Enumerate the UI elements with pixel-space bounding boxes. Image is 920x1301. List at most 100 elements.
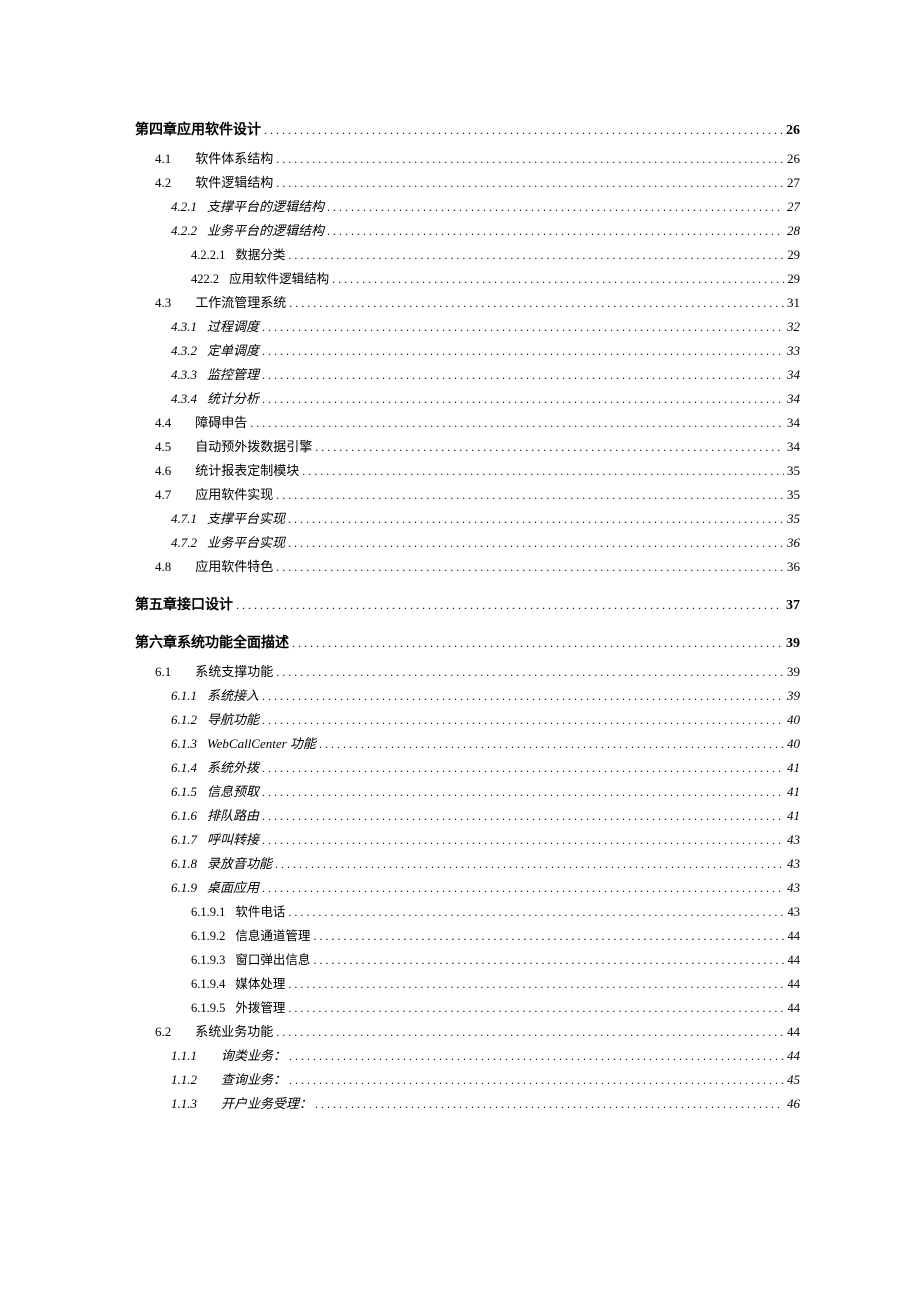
toc-entry-text: 查询业务：: [221, 1072, 286, 1087]
toc-entry-page: 44: [784, 1024, 800, 1040]
toc-entry-title: 6.1系统支撑功能: [155, 661, 276, 680]
toc-entry-number: 6.1.2: [171, 712, 197, 727]
toc-entry-text: 询类业务：: [221, 1048, 286, 1063]
toc-entry: 6.1.1系统接入39: [135, 685, 800, 705]
toc-leader-dots: [288, 512, 784, 528]
toc-entry-page: 35: [784, 463, 800, 479]
toc-leader-dots: [262, 785, 784, 801]
toc-leader-dots: [288, 977, 784, 993]
toc-leader-dots: [289, 1073, 784, 1089]
toc-entry-text: 软件电话: [235, 905, 285, 919]
toc-entry-number: 6.2: [155, 1024, 171, 1039]
toc-entry-title: 4.5自动预外拨数据引擎: [155, 436, 315, 455]
toc-entry-number: 6.1.1: [171, 688, 197, 703]
toc-entry: 6.1.7呼叫转接43: [135, 829, 800, 849]
toc-entry-number: 4.7.2: [171, 535, 197, 550]
toc-entry-page: 39: [783, 636, 800, 652]
toc-entry-number: 4.4: [155, 415, 171, 430]
toc-entry-title: 4.3.4统计分析: [171, 388, 262, 407]
toc-entry: 4.3.3监控管理34: [135, 364, 800, 384]
toc-entry: 4.2.2.1数据分类29: [135, 244, 800, 264]
toc-entry-number: 第四章: [135, 123, 177, 138]
toc-entry-text: 应用软件实现: [195, 487, 273, 502]
toc-entry-page: 45: [784, 1072, 800, 1088]
toc-entry-page: 29: [785, 272, 801, 287]
toc-entry-title: 4.3.1 过程调度: [171, 316, 262, 335]
toc-entry-page: 35: [784, 487, 800, 503]
toc-entry-page: 29: [785, 248, 801, 263]
toc-entry-number: 第五章: [135, 598, 177, 613]
toc-entry-title: 4.3.3 监控管理: [171, 364, 262, 383]
toc-entry-page: 43: [784, 856, 800, 872]
toc-entry-text: 系统支撑功能: [195, 664, 273, 679]
toc-entry-page: 44: [785, 929, 801, 944]
toc-entry-number: 4.2.2: [171, 223, 197, 238]
toc-leader-dots: [276, 152, 784, 168]
toc-entry-title: 6.1.9.5外拨管理: [191, 997, 288, 1016]
toc-entry: 6.1.9.4媒体处理44: [135, 973, 800, 993]
toc-entry: 4.3.1过程调度32: [135, 316, 800, 336]
toc-entry-number: 6.1.9.1: [191, 905, 225, 919]
toc-leader-dots: [262, 713, 784, 729]
toc-entry: 4.7.2业务平台实现36: [135, 532, 800, 552]
toc-entry-title: 6.2 系统业务功能: [155, 1021, 276, 1040]
toc-entry-page: 36: [784, 559, 800, 575]
toc-entry: 6.2 系统业务功能 44: [135, 1021, 800, 1041]
toc-entry-text: 过程调度: [207, 319, 259, 334]
toc-leader-dots: [319, 737, 784, 753]
toc-entry-number: 6.1.9.3: [191, 953, 225, 967]
toc-entry-title: 4.7应用软件实现: [155, 484, 276, 503]
toc-leader-dots: [262, 368, 784, 384]
toc-entry: 第五章接口设计37: [135, 594, 800, 614]
toc-entry-title: 4.2软件逻辑结构: [155, 172, 276, 191]
toc-entry-number: 6.1.4: [171, 760, 197, 775]
toc-entry-text: 桌面应用: [207, 880, 259, 895]
toc-entry-number: 4.3.3: [171, 367, 197, 382]
toc-entry-page: 34: [784, 391, 800, 407]
toc-entry-page: 41: [784, 760, 800, 776]
toc-entry: 4.3工作流管理系统31: [135, 292, 800, 312]
toc-leader-dots: [327, 200, 784, 216]
toc-entry-page: 40: [784, 712, 800, 728]
toc-entry-text: 呼叫转接: [207, 832, 259, 847]
toc-leader-dots: [288, 1001, 784, 1017]
toc-entry-title: 6.1.3WebCallCenter 功能: [171, 733, 319, 752]
toc-entry-text: 数据分类: [235, 248, 285, 262]
toc-entry-text: 监控管理: [207, 367, 259, 382]
toc-entry-text: 系统外拨: [207, 760, 259, 775]
toc-entry-page: 34: [784, 439, 800, 455]
toc-entry-text: 业务平台的逻辑结构: [207, 223, 324, 238]
toc-entry-title: 4.2.1支撑平台的逻辑结构: [171, 196, 327, 215]
toc-entry: 6.1.5信息预取41: [135, 781, 800, 801]
toc-entry: 6.1系统支撑功能39: [135, 661, 800, 681]
toc-entry-title: 6.1.5信息预取: [171, 781, 262, 800]
toc-entry: 1.1.3开户业务受理：46: [135, 1093, 800, 1113]
toc-entry-title: 6.1.2导航功能: [171, 709, 262, 728]
toc-entry-text: 系统接入: [207, 688, 259, 703]
toc-entry-text: 应用软件特色: [195, 559, 273, 574]
toc-entry: 4.5自动预外拨数据引擎 34: [135, 436, 800, 456]
toc-entry-page: 33: [784, 343, 800, 359]
toc-entry-title: 1.1.1询类业务：: [171, 1045, 289, 1064]
table-of-contents: 第四章应用软件设计264.1软件体系结构264.2软件逻辑结构274.2.1支撑…: [135, 119, 800, 1113]
toc-entry-page: 27: [784, 199, 800, 215]
toc-entry-title: 4.6统计报表定制模块: [155, 460, 302, 479]
toc-leader-dots: [276, 560, 784, 576]
toc-entry-page: 31: [784, 295, 800, 311]
toc-entry-number: 6.1.7: [171, 832, 197, 847]
toc-entry-title: 6.1.6排队路由: [171, 805, 262, 824]
toc-entry-page: 46: [784, 1096, 800, 1112]
toc-entry-text: 统计报表定制模块: [195, 463, 299, 478]
toc-entry: 4.4障碍申告34: [135, 412, 800, 432]
toc-entry: 6.1.9.5外拨管理44: [135, 997, 800, 1017]
toc-leader-dots: [262, 833, 784, 849]
toc-entry: 6.1.3WebCallCenter 功能40: [135, 733, 800, 753]
toc-entry-number: 6.1.8: [171, 856, 197, 871]
toc-entry-title: 第五章接口设计: [135, 594, 236, 614]
toc-entry-number: 4.3.1: [171, 319, 197, 334]
toc-entry-number: 1.1.2: [171, 1072, 197, 1087]
toc-entry-text: 系统业务功能: [195, 1024, 273, 1039]
toc-entry: 4.2.2业务平台的逻辑结构28: [135, 220, 800, 240]
toc-entry: 6.1.2导航功能 40: [135, 709, 800, 729]
toc-entry-text: 支撑平台的逻辑结构: [207, 199, 324, 214]
